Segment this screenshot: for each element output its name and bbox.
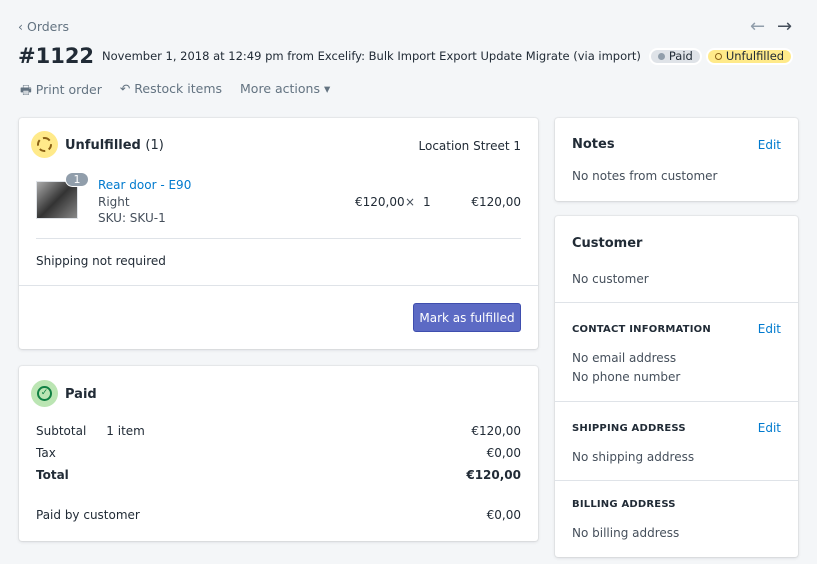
shipping-note: Shipping not required	[36, 254, 166, 268]
tax-row: Tax €0,00	[36, 446, 521, 460]
more-actions-button[interactable]: More actions ▾	[240, 81, 330, 102]
shipping-heading: SHIPPING ADDRESS	[572, 423, 686, 434]
caret-down-icon: ▾	[319, 81, 331, 96]
billing-heading: BILLING ADDRESS	[572, 499, 676, 510]
edit-contact-link[interactable]: Edit	[758, 322, 781, 336]
divider	[19, 285, 538, 286]
edit-shipping-link[interactable]: Edit	[758, 421, 781, 435]
quantity-badge: 1	[65, 172, 89, 187]
unit-price: €120,00	[355, 195, 405, 209]
order-meta: November 1, 2018 at 12:49 pm from Exceli…	[102, 49, 641, 63]
product-sku: SKU: SKU-1	[98, 211, 166, 225]
notes-text: No notes from customer	[572, 169, 718, 183]
print-order-button[interactable]: 🖶 Print order	[20, 81, 102, 102]
next-order-button[interactable]: →	[777, 16, 792, 37]
order-header: #1122 November 1, 2018 at 12:49 pm from …	[18, 44, 794, 68]
restock-items-button[interactable]: ↶ Restock items	[120, 81, 222, 102]
paid-icon: ✓	[31, 380, 58, 407]
notes-card: Notes Edit No notes from customer	[555, 118, 798, 201]
unfulfilled-card: Unfulfilled (1) Location Street 1 1 Rear…	[19, 118, 538, 349]
paid-title: Paid	[65, 387, 97, 402]
line-total: €120,00	[471, 195, 521, 209]
status-badge-unfulfilled: Unfulfilled	[705, 47, 794, 65]
unfulfilled-title: Unfulfilled (1)	[65, 138, 164, 153]
email-text: No email address	[572, 351, 677, 365]
subtotal-row: Subtotal 1 item €120,00	[36, 424, 521, 438]
paid-by-row: Paid by customer €0,00	[36, 508, 521, 522]
mark-as-fulfilled-button[interactable]: Mark as fulfilled	[413, 303, 521, 332]
customer-card: Customer No customer CONTACT INFORMATION…	[555, 216, 798, 557]
printer-icon: 🖶	[20, 82, 36, 97]
divider	[555, 302, 798, 303]
unfulfilled-icon	[31, 131, 58, 158]
product-variant: Right	[98, 195, 130, 209]
shipping-text: No shipping address	[572, 450, 695, 464]
page-title: #1122	[18, 44, 95, 68]
total-row: Total €120,00	[36, 468, 521, 482]
contact-heading: CONTACT INFORMATION	[572, 324, 711, 335]
location: Location Street 1	[418, 139, 521, 153]
billing-text: No billing address	[572, 526, 680, 540]
status-badge-paid: Paid	[648, 47, 702, 65]
notes-title: Notes	[572, 137, 615, 152]
breadcrumb-orders[interactable]: ‹ Orders	[18, 19, 69, 34]
paid-card: ✓ Paid Subtotal 1 item €120,00 Tax €0,00 To…	[19, 366, 538, 541]
edit-notes-link[interactable]: Edit	[758, 138, 781, 152]
customer-title: Customer	[572, 236, 643, 251]
product-link[interactable]: Rear door - E90	[98, 178, 191, 192]
times-sign: ×	[405, 195, 416, 209]
restock-icon: ↶	[119, 81, 135, 96]
divider	[36, 238, 521, 239]
divider	[555, 480, 798, 481]
divider	[555, 401, 798, 402]
quantity: 1	[423, 195, 431, 209]
actions-bar: 🖶 Print order ↶ Restock items More actio…	[20, 81, 330, 102]
customer-text: No customer	[572, 272, 649, 286]
chevron-left-icon: ‹	[18, 19, 27, 34]
phone-text: No phone number	[572, 370, 681, 384]
prev-order-button[interactable]: ←	[750, 16, 765, 37]
